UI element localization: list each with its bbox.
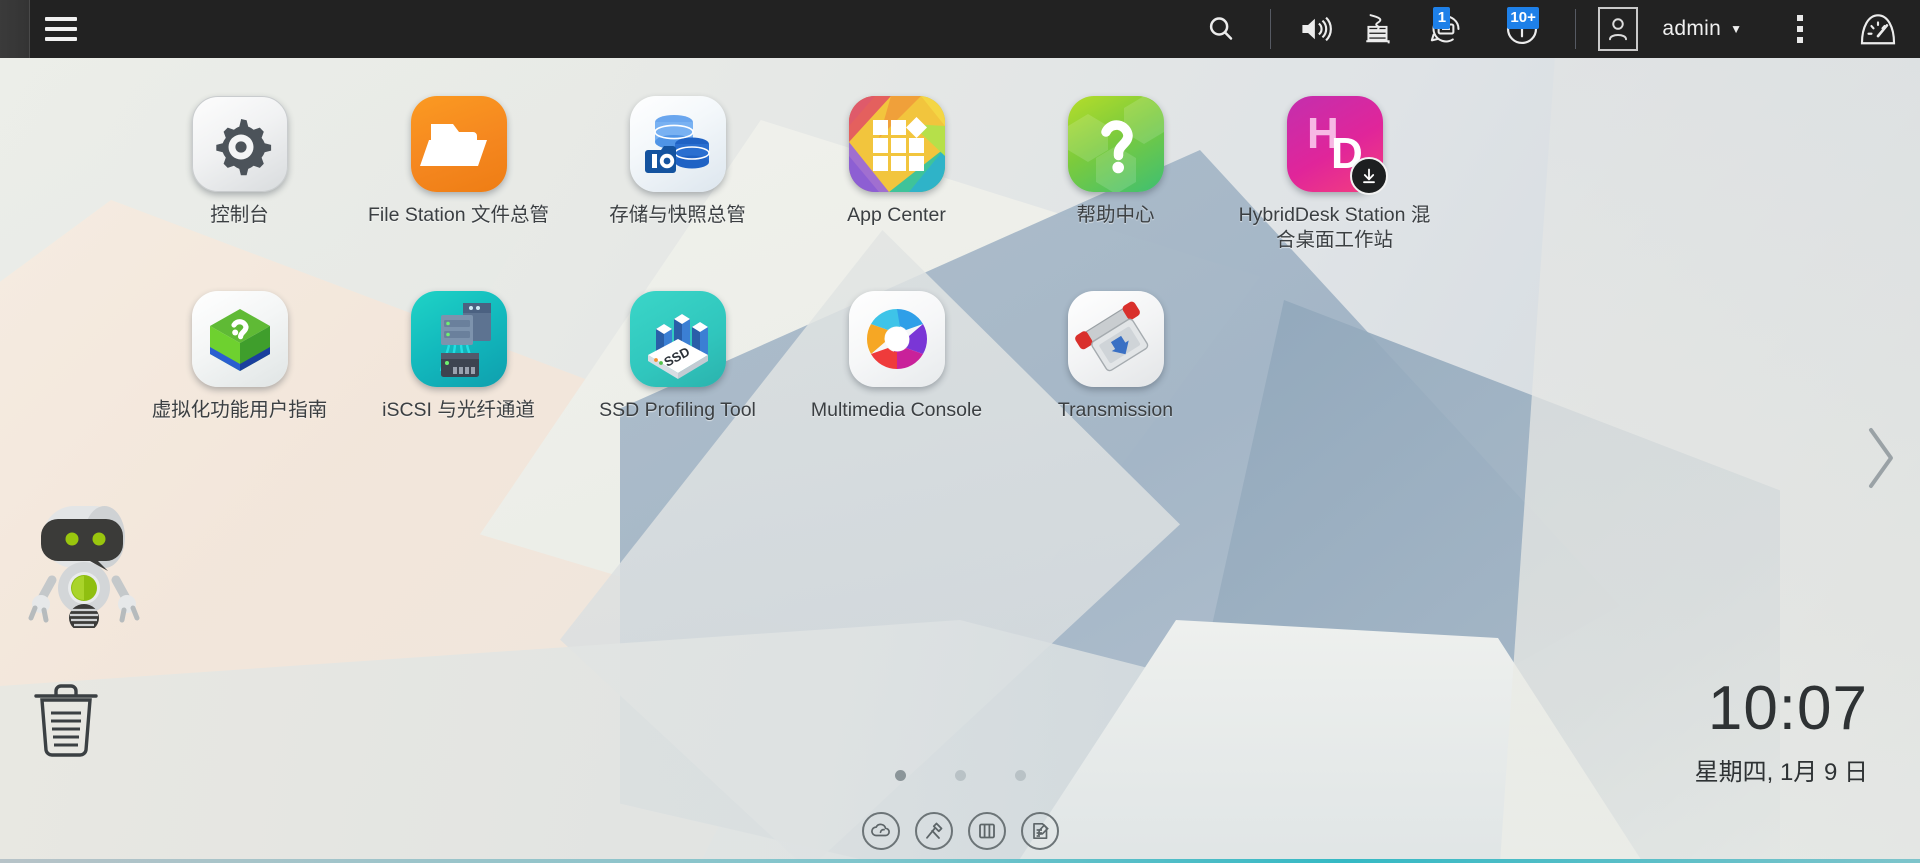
volume-speaker-icon[interactable]: [1285, 0, 1347, 58]
app-icon-ssd-profiling-tool[interactable]: SSD SSD Profiling Tool: [568, 291, 787, 423]
app-label: Multimedia Console: [810, 399, 983, 421]
app-icon-file-station[interactable]: File Station 文件总管: [349, 96, 568, 253]
app-icon-virtualization-guide[interactable]: 虚拟化功能用户指南: [130, 291, 349, 423]
app-grid: 控制台 File Station 文件总管 存储与快照总管 App Center…: [130, 96, 1444, 423]
taskbar-divider: [1575, 9, 1577, 49]
control-panel-gear-icon: [191, 96, 288, 192]
avatar[interactable]: [1590, 0, 1646, 58]
app-label: Transmission: [1057, 399, 1174, 421]
user-avatar-icon: [1598, 7, 1639, 51]
iscsi-server-icon: [410, 291, 507, 387]
hammer-tool-icon[interactable]: [914, 812, 953, 850]
app-icon-storage-snapshots[interactable]: 存储与快照总管: [568, 96, 787, 253]
app-icon-iscsi-fibre-channel[interactable]: iSCSI 与光纤通道: [349, 291, 568, 423]
app-label: SSD Profiling Tool: [599, 399, 756, 421]
app-label: 虚拟化功能用户指南: [151, 399, 328, 421]
info-notification-icon[interactable]: 10+: [1483, 0, 1561, 58]
background-task-icon[interactable]: [1347, 0, 1409, 58]
notepad-edit-icon[interactable]: [1020, 812, 1059, 850]
app-icon-transmission[interactable]: Transmission: [1006, 291, 1225, 423]
transmission-icon: [1067, 291, 1164, 387]
notification-badge: 10+: [1507, 7, 1539, 29]
page-dot[interactable]: [1014, 770, 1026, 781]
help-center-question-icon: [1067, 96, 1164, 192]
file-station-folder-icon: [410, 96, 507, 192]
page-indicator: [0, 770, 1920, 781]
dashboard-gauge-icon[interactable]: [1836, 0, 1920, 58]
app-label: iSCSI 与光纤通道: [382, 399, 535, 421]
wallpaper-accent-strip: [0, 859, 1920, 863]
backup-badge: 1: [1433, 7, 1451, 29]
storage-snapshot-icon: [629, 96, 726, 192]
qnap-robot-assistant-icon[interactable]: [28, 500, 146, 633]
trash-bin-icon[interactable]: [32, 680, 100, 765]
book-columns-icon[interactable]: [967, 812, 1006, 850]
taskbar-divider: [1270, 9, 1272, 49]
search-icon[interactable]: [1186, 0, 1256, 58]
download-badge-icon: [1349, 157, 1388, 195]
app-icon-control-panel[interactable]: 控制台: [130, 96, 349, 253]
backup-station-icon[interactable]: 1: [1409, 0, 1483, 58]
taskbar-edge-band: [0, 0, 30, 58]
clock-time: 10:07: [1707, 674, 1868, 743]
multimedia-aperture-icon: [848, 291, 945, 387]
more-vertical-icon[interactable]: [1764, 0, 1836, 58]
virtualization-cube-icon: [191, 291, 288, 387]
user-menu-button[interactable]: admin ▼: [1646, 0, 1742, 58]
app-label: App Center: [847, 204, 946, 226]
app-label: HybridDesk Station 混合桌面工作站: [1238, 204, 1431, 251]
app-icon-multimedia-console[interactable]: Multimedia Console: [787, 291, 1006, 423]
app-label: 存储与快照总管: [609, 204, 746, 226]
hybriddesk-hd-icon: H D: [1286, 96, 1388, 195]
app-label: 帮助中心: [1076, 204, 1155, 226]
hamburger-menu-icon[interactable]: [30, 0, 92, 58]
app-label: File Station 文件总管: [368, 204, 549, 226]
app-icon-hybriddesk-station[interactable]: H D HybridDesk Station 混合桌面工作站: [1225, 96, 1444, 253]
app-center-grid-icon: [848, 96, 945, 192]
chevron-right-icon[interactable]: [1858, 420, 1902, 501]
desktop-dock: [0, 812, 1920, 850]
app-icon-help-center[interactable]: 帮助中心: [1006, 96, 1225, 253]
page-dot[interactable]: [954, 770, 966, 781]
app-label: 控制台: [210, 204, 269, 226]
cloud-icon[interactable]: [861, 812, 900, 850]
user-name-label: admin: [1662, 17, 1722, 40]
chevron-down-icon: ▼: [1730, 22, 1742, 36]
page-dot[interactable]: [894, 770, 906, 781]
ssd-profiling-icon: SSD: [629, 291, 726, 387]
app-icon-app-center[interactable]: App Center: [787, 96, 1006, 253]
taskbar: 1 10+ admin ▼: [0, 0, 1920, 58]
